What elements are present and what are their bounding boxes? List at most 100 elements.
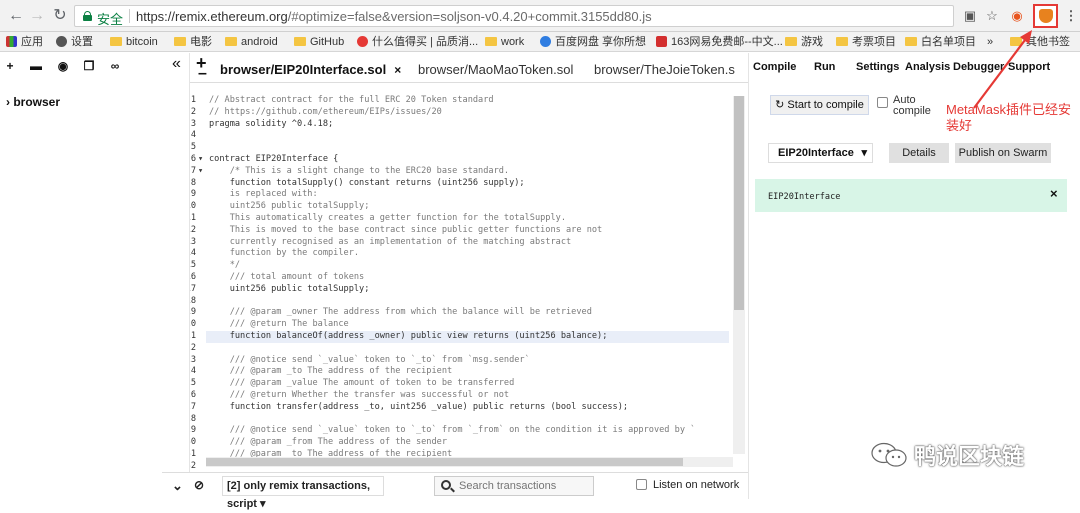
bookmark-baidu-pan[interactable]: 百度网盘 享你所想 — [540, 34, 646, 50]
back-icon[interactable]: ← — [6, 6, 26, 26]
code-line: // Abstract contract for the full ERC 20… — [209, 95, 494, 105]
line-number: 23 — [190, 354, 196, 365]
bookmark-apps[interactable]: 应用 — [6, 34, 43, 50]
code-line: function by the compiler. — [209, 248, 360, 259]
folder-icon — [485, 37, 497, 46]
line-number: 9 — [190, 189, 196, 200]
terminal-bar: ⌄ ⊘ [2] only remix transactions, script … — [162, 472, 748, 510]
code-line: /// @return Whether the transfer was suc… — [209, 390, 510, 400]
tab-eip20interface[interactable]: browser/EIP20Interface.sol × — [216, 58, 401, 82]
tab-run[interactable]: Run — [814, 61, 835, 73]
tab-settings[interactable]: Settings — [856, 61, 899, 73]
code-line: uint256 public totalSupply; — [209, 283, 370, 294]
menu-icon[interactable]: ⋮ — [1062, 7, 1080, 25]
collapse-left-icon[interactable]: « — [172, 55, 181, 73]
metamask-extension-icon[interactable] — [1033, 4, 1058, 28]
bookmark-work[interactable]: work — [485, 34, 524, 50]
code-line: // https://github.com/ethereum/EIPs/issu… — [209, 106, 442, 117]
bookmark-smzdm[interactable]: 什么值得买 | 品质消... — [357, 34, 478, 50]
extension-icon[interactable]: ◉ — [1008, 7, 1026, 25]
folder-icon — [905, 37, 917, 46]
bookmark-movies[interactable]: 电影 — [174, 34, 212, 50]
code-line: /// @param _value The amount of token to… — [209, 378, 515, 389]
bookmark-github[interactable]: GitHub — [294, 34, 344, 50]
folder-icon — [110, 37, 122, 46]
line-number: 5 — [190, 142, 196, 153]
listen-checkbox[interactable] — [636, 479, 647, 490]
code-line: /// @notice send `_value` token to `_to`… — [209, 425, 696, 436]
contract-select[interactable]: EIP20Interface ▾ — [768, 143, 873, 163]
line-number: 4 — [190, 130, 196, 141]
code-line: /* This is a slight change to the ERC20 … — [209, 165, 510, 176]
line-number: 8 — [190, 177, 196, 188]
forward-icon[interactable]: → — [27, 6, 47, 26]
new-file-icon[interactable]: + — [3, 59, 17, 73]
bookmark-star-icon[interactable]: ☆ — [983, 7, 1001, 25]
copy-icon[interactable]: ❐ — [82, 59, 96, 73]
open-folder-icon[interactable]: ▬ — [29, 59, 43, 73]
search-input[interactable] — [459, 479, 589, 493]
line-number: 24 — [190, 366, 196, 377]
site-icon — [357, 36, 368, 47]
tab-compile[interactable]: Compile — [753, 61, 796, 73]
reload-icon[interactable]: ↻ — [50, 6, 70, 26]
line-number: 10 — [190, 201, 196, 212]
details-button[interactable]: Details — [889, 143, 949, 163]
line-number: 13 — [190, 236, 196, 247]
bookmark-163-mail[interactable]: 163网易免费邮--中文... — [656, 34, 783, 50]
folder-icon — [174, 37, 186, 46]
collapse-terminal-icon[interactable]: ⌄ — [172, 478, 183, 494]
fold-arrow-icon[interactable]: ▾ — [198, 166, 203, 178]
listen-on-network[interactable]: Listen on network — [636, 479, 739, 491]
code-line: pragma solidity ^0.4.18; — [209, 118, 334, 129]
close-tab-icon[interactable]: × — [394, 63, 401, 77]
tab-thejoietoken[interactable]: browser/TheJoieToken.s — [590, 58, 736, 82]
file-explorer: + ▬ ◉ ❐ ∞ › browser — [0, 53, 190, 499]
decrease-font-icon[interactable]: – — [198, 65, 207, 83]
bookmark-settings[interactable]: 设置 — [56, 34, 93, 50]
bookmarks-bar: 应用 设置 bitcoin 电影 android GitHub 什么值得买 | … — [0, 32, 1080, 52]
translate-icon[interactable]: ▣ — [961, 7, 979, 25]
close-icon[interactable]: × — [1050, 186, 1058, 201]
url-text: https://remix.ethereum.org/#optimize=fal… — [136, 9, 652, 24]
code-line: function transfer(address _to, uint256 _… — [209, 401, 629, 412]
bookmark-whitelist[interactable]: 白名单项目 — [905, 34, 976, 50]
tab-maomaotoken[interactable]: browser/MaoMaoToken.sol — [414, 58, 573, 82]
link-icon[interactable]: ∞ — [108, 59, 122, 73]
compiled-contract-item: EIP20Interface × — [755, 179, 1067, 212]
code-line: /// @param _to The address of the recipi… — [209, 366, 453, 377]
search-transactions[interactable] — [434, 476, 594, 496]
line-number: 2 — [190, 106, 196, 117]
chevron-down-icon: ▾ — [861, 147, 867, 159]
auto-compile-checkbox[interactable] — [877, 97, 888, 108]
line-number: 12 — [190, 224, 196, 235]
editor-horizontal-scrollbar[interactable] — [206, 457, 733, 467]
bookmark-bitcoin[interactable]: bitcoin — [110, 34, 158, 50]
transaction-filter-select[interactable]: [2] only remix transactions, script ▾ — [222, 476, 384, 510]
fold-arrow-icon[interactable]: ▾ — [198, 154, 203, 166]
bookmark-projects[interactable]: 考票项目 — [836, 34, 896, 50]
bookmark-android[interactable]: android — [225, 34, 278, 50]
bookmark-games[interactable]: 游戏 — [785, 34, 823, 50]
code-editor[interactable]: 1 // Abstract contract for the full ERC 2… — [190, 88, 747, 470]
clear-console-icon[interactable]: ⊘ — [194, 478, 204, 492]
line-number: 6 — [190, 154, 196, 164]
folder-icon — [294, 37, 306, 46]
compiled-contract-name: EIP20Interface — [768, 192, 841, 202]
code-line: This is moved to the base contract since… — [209, 224, 603, 235]
mail-icon — [656, 36, 667, 47]
file-toolbar: + ▬ ◉ ❐ ∞ — [0, 53, 189, 81]
line-number: 11 — [190, 213, 196, 223]
editor-vertical-scrollbar[interactable] — [733, 96, 745, 454]
folder-browser[interactable]: › browser — [6, 95, 60, 109]
line-number: 27 — [190, 401, 196, 412]
address-bar[interactable]: 安全 https://remix.ethereum.org/#optimize=… — [74, 5, 998, 27]
start-compile-button[interactable]: ↻ Start to compile — [770, 95, 869, 115]
tab-analysis[interactable]: Analysis — [905, 61, 950, 73]
github-icon[interactable]: ◉ — [56, 59, 70, 73]
line-number: 20 — [190, 319, 196, 330]
line-number: 30 — [190, 437, 196, 448]
publish-swarm-button[interactable]: Publish on Swarm — [955, 143, 1051, 163]
url-origin: https://remix.ethereum.org — [136, 9, 288, 24]
line-number: 29 — [190, 425, 196, 436]
